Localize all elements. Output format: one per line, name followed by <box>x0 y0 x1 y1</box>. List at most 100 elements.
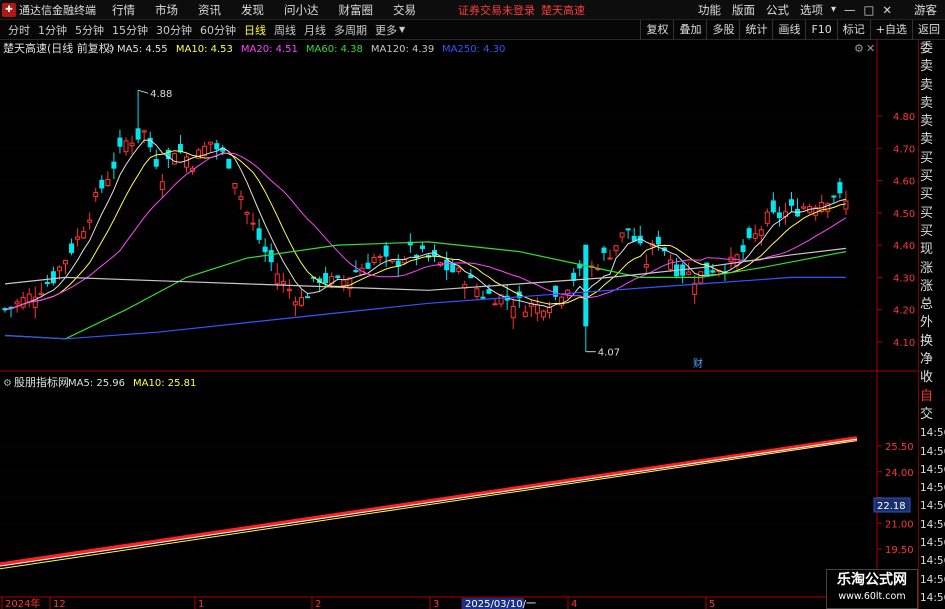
tab-multi-period[interactable]: 多周期 <box>334 22 367 38</box>
side-panel-item[interactable]: 自动 <box>919 388 945 406</box>
menu-item-discover[interactable]: 发现 <box>241 2 264 18</box>
candle-body[interactable] <box>274 273 280 285</box>
candle-body[interactable] <box>534 304 540 314</box>
candle-body[interactable] <box>365 262 371 269</box>
side-panel-item[interactable]: 交易 <box>919 406 945 424</box>
candle-body[interactable] <box>250 222 256 225</box>
tab-more[interactable]: 更多 <box>375 22 397 38</box>
user-label[interactable]: 游客 <box>914 2 937 18</box>
add-watchlist-button[interactable]: +自选 <box>869 19 912 40</box>
candle-body[interactable] <box>117 137 123 147</box>
tab-1min[interactable]: 1分钟 <box>38 22 67 38</box>
maximize-icon[interactable]: □ <box>863 3 874 17</box>
candle-body[interactable] <box>843 200 849 210</box>
more-dropdown-icon[interactable]: ▼ <box>399 25 405 34</box>
candle-body[interactable] <box>686 271 692 275</box>
menu-item-functions[interactable]: 功能 <box>698 2 721 18</box>
candle-body[interactable] <box>256 228 262 240</box>
candle-body[interactable] <box>75 236 81 240</box>
menu-item-ask-xiaoda[interactable]: 问小达 <box>284 2 319 18</box>
candle-body[interactable] <box>655 236 661 245</box>
candlestick-series[interactable] <box>2 90 849 352</box>
candle-body[interactable] <box>93 192 99 198</box>
candle-body[interactable] <box>625 228 631 231</box>
candle-body[interactable] <box>776 212 782 219</box>
menu-item-market[interactable]: 市场 <box>155 2 178 18</box>
candle-body[interactable] <box>38 292 44 295</box>
candle-body[interactable] <box>63 259 68 265</box>
candle-body[interactable] <box>171 153 177 165</box>
chart-settings-icon[interactable]: ⚙ <box>106 44 115 55</box>
candle-body[interactable] <box>752 233 758 239</box>
candle-body[interactable] <box>831 195 837 198</box>
candle-body[interactable] <box>292 301 298 306</box>
candle-body[interactable] <box>135 128 141 140</box>
candle-body[interactable] <box>740 245 746 253</box>
candle-body[interactable] <box>244 211 250 215</box>
candle-body[interactable] <box>668 259 673 270</box>
candle-body[interactable] <box>607 257 613 260</box>
multi-stock-button[interactable]: 多股 <box>706 19 739 40</box>
candle-body[interactable] <box>123 140 129 153</box>
minimize-icon[interactable]: — <box>844 3 856 17</box>
candle-body[interactable] <box>419 245 425 249</box>
f10-button[interactable]: F10 <box>805 19 836 40</box>
kline-chart[interactable]: 楚天高速(日线 前复权) ⚙ MA5: 4.55 MA10: 4.53 MA20: … <box>0 40 918 609</box>
draw-line-button[interactable]: 画线 <box>772 19 805 40</box>
candle-body[interactable] <box>758 229 764 236</box>
candle-body[interactable] <box>613 245 619 252</box>
statistics-button[interactable]: 统计 <box>739 19 772 40</box>
candle-body[interactable] <box>232 182 238 189</box>
candle-body[interactable] <box>238 196 244 200</box>
candle-body[interactable] <box>105 179 111 186</box>
candle-body[interactable] <box>153 159 159 167</box>
candle-body[interactable] <box>87 219 93 223</box>
candle-body[interactable] <box>280 280 286 285</box>
tab-monthly[interactable]: 月线 <box>304 22 326 38</box>
candle-body[interactable] <box>371 256 377 263</box>
candle-body[interactable] <box>510 305 516 319</box>
indicator-settings-icon[interactable]: ⚙ <box>3 378 12 389</box>
candle-body[interactable] <box>99 179 105 189</box>
tab-daily[interactable]: 日线 <box>244 22 266 38</box>
candle-body[interactable] <box>69 243 75 254</box>
candle-body[interactable] <box>226 158 232 169</box>
candle-body[interactable] <box>474 288 480 298</box>
candle-body[interactable] <box>710 270 716 273</box>
candle-body[interactable] <box>184 156 189 168</box>
dropdown-icon[interactable]: ▾ <box>831 4 836 15</box>
menu-item-trade[interactable]: 交易 <box>393 2 416 18</box>
menu-item-news[interactable]: 资讯 <box>198 2 221 18</box>
menu-item-layout[interactable]: 版面 <box>732 2 755 18</box>
candle-body[interactable] <box>305 296 310 299</box>
tab-60min[interactable]: 60分钟 <box>200 22 236 38</box>
candle-body[interactable] <box>540 310 546 318</box>
candle-body[interactable] <box>44 281 50 285</box>
candle-body[interactable] <box>837 182 843 194</box>
login-notice[interactable]: 证券交易未登录 <box>458 2 535 18</box>
mark-button[interactable]: 标记 <box>836 19 870 40</box>
candle-body[interactable] <box>486 289 492 294</box>
candle-body[interactable] <box>159 181 165 191</box>
finance-marker[interactable]: 财 <box>693 357 703 370</box>
adjust-button[interactable]: 复权 <box>640 19 673 40</box>
candle-body[interactable] <box>619 232 625 238</box>
candle-body[interactable] <box>522 311 528 317</box>
candle-body[interactable] <box>208 141 214 145</box>
candle-body[interactable] <box>50 271 56 284</box>
candle-body[interactable] <box>583 244 589 327</box>
tab-timeshare[interactable]: 分时 <box>8 22 30 38</box>
candle-body[interactable] <box>383 245 389 257</box>
candle-body[interactable] <box>129 142 135 147</box>
candle-body[interactable] <box>262 246 268 253</box>
candle-body[interactable] <box>643 263 649 268</box>
panel-close-icon[interactable]: ✕ <box>866 42 875 55</box>
candle-body[interactable] <box>81 231 87 239</box>
back-button[interactable]: 返回 <box>912 19 945 40</box>
menu-item-options[interactable]: 选项 <box>800 2 823 18</box>
candle-body[interactable] <box>456 267 462 272</box>
candle-body[interactable] <box>450 263 456 273</box>
tab-30min[interactable]: 30分钟 <box>156 22 192 38</box>
candle-body[interactable] <box>444 259 450 271</box>
candle-body[interactable] <box>764 211 770 224</box>
